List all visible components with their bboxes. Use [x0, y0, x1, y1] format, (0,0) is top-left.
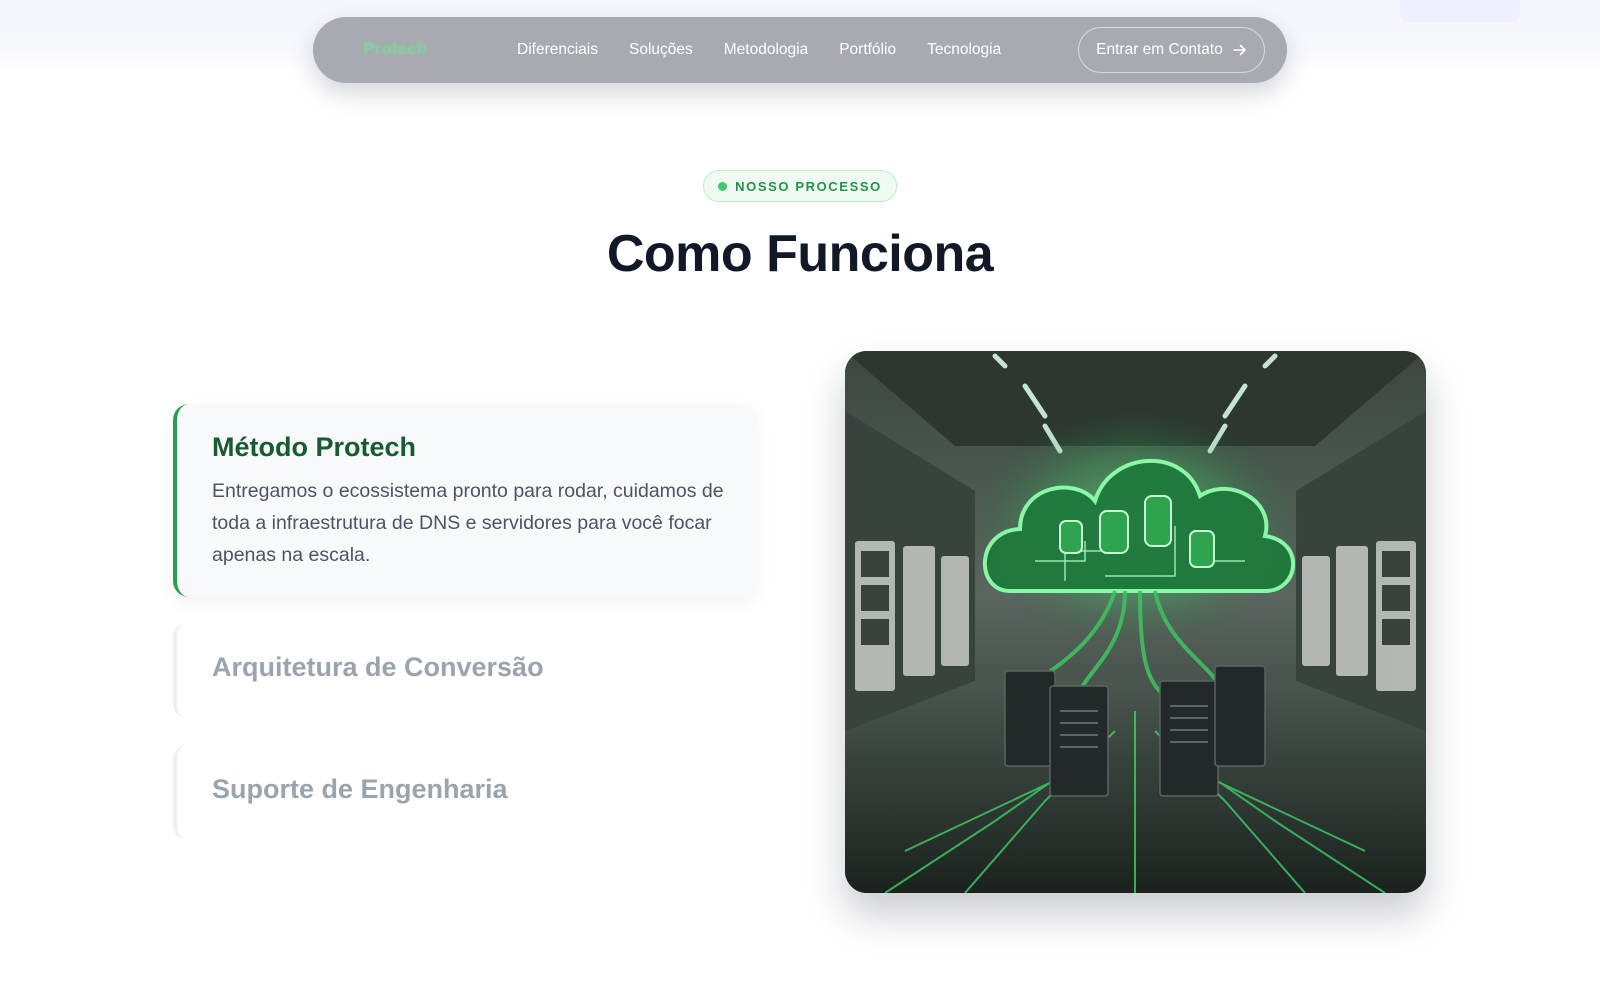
step-title: Método Protech — [212, 432, 417, 462]
contact-button-label: Entrar em Contato — [1096, 41, 1223, 58]
step-metodo-protech[interactable]: Método Protech Entregamos o ecossistema … — [173, 404, 757, 597]
nav-link-solucoes[interactable]: Soluções — [629, 41, 693, 59]
contact-button[interactable]: Entrar em Contato — [1078, 27, 1265, 73]
header-decoration — [1400, 0, 1520, 22]
section-badge: NOSSO PROCESSO — [703, 170, 897, 202]
server-room-illustration — [845, 351, 1426, 893]
server-room-cloud-image — [845, 351, 1426, 893]
nav-link-portfolio[interactable]: Portfólio — [839, 41, 896, 59]
logo[interactable]: Protech — [363, 39, 428, 59]
step-suporte-de-engenharia[interactable]: Suporte de Engenharia — [173, 745, 757, 840]
step-title: Arquitetura de Conversão — [212, 652, 544, 682]
step-arquitetura-de-conversao[interactable]: Arquitetura de Conversão — [173, 623, 757, 718]
arrow-right-icon — [1233, 44, 1246, 56]
step-title: Suporte de Engenharia — [212, 774, 508, 804]
navbar: Protech Diferenciais Soluções Metodologi… — [313, 17, 1287, 83]
section-badge-label: NOSSO PROCESSO — [735, 178, 882, 194]
step-description: Entregamos o ecossistema pronto para rod… — [212, 480, 724, 566]
section-title: Como Funciona — [606, 225, 994, 283]
nav-links: Diferenciais Soluções Metodologia Portfó… — [517, 17, 1001, 83]
nav-link-tecnologia[interactable]: Tecnologia — [927, 41, 1001, 59]
badge-dot — [718, 181, 728, 191]
nav-link-diferenciais[interactable]: Diferenciais — [517, 41, 598, 59]
nav-link-metodologia[interactable]: Metodologia — [724, 41, 808, 59]
